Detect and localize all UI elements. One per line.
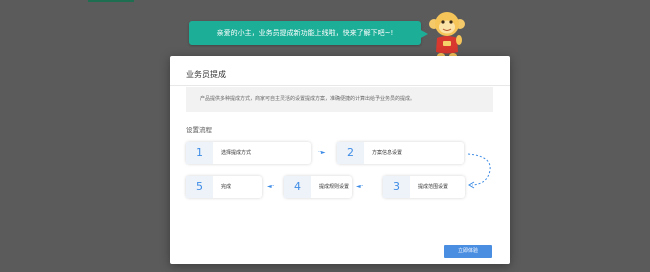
feature-description: 产品提供多种提成方式，商家可自主灵活的设置提成方案，准确便捷的计算出给予业务员的… bbox=[186, 87, 493, 112]
step-5-number: 5 bbox=[186, 176, 213, 198]
section-title: 设置流程 bbox=[186, 126, 212, 134]
top-tab-accent bbox=[88, 0, 134, 2]
announcement-bubble: 亲爱的小主，业务员提成新功能上线啦，快来了解下吧~! bbox=[189, 21, 421, 45]
step-5: 5 完成 bbox=[186, 176, 262, 198]
step-5-label: 完成 bbox=[221, 184, 232, 190]
try-now-button[interactable]: 立即体验 bbox=[444, 245, 492, 258]
step-2-label: 方案信息设置 bbox=[372, 150, 403, 156]
arrow-right-icon: ··► bbox=[318, 149, 325, 156]
step-1: 1 选择提成方式 bbox=[186, 142, 311, 164]
step-1-number: 1 bbox=[186, 142, 213, 164]
step-2: 2 方案信息设置 bbox=[337, 142, 464, 164]
modal-title: 业务员提成 bbox=[186, 70, 226, 79]
step-3-number: 3 bbox=[383, 176, 410, 198]
modal-divider bbox=[170, 85, 510, 86]
monkey-mascot-icon bbox=[429, 12, 465, 59]
step-3-label: 提成范围设置 bbox=[418, 184, 449, 190]
step-3: 3 提成范围设置 bbox=[383, 176, 465, 198]
commission-intro-modal: 业务员提成 产品提供多种提成方式，商家可自主灵活的设置提成方案，准确便捷的计算出… bbox=[170, 56, 510, 264]
step-4-label: 提成规则设置 bbox=[319, 184, 350, 190]
step-1-label: 选择提成方式 bbox=[221, 150, 252, 156]
bubble-tail bbox=[419, 29, 428, 39]
arrow-left-icon: ◄·· bbox=[356, 183, 363, 190]
step-4-number: 4 bbox=[284, 176, 311, 198]
step-4: 4 提成规则设置 bbox=[284, 176, 352, 198]
curved-arrow-icon bbox=[467, 153, 491, 189]
arrow-left-icon: ◄·· bbox=[267, 183, 274, 190]
step-2-number: 2 bbox=[337, 142, 364, 164]
